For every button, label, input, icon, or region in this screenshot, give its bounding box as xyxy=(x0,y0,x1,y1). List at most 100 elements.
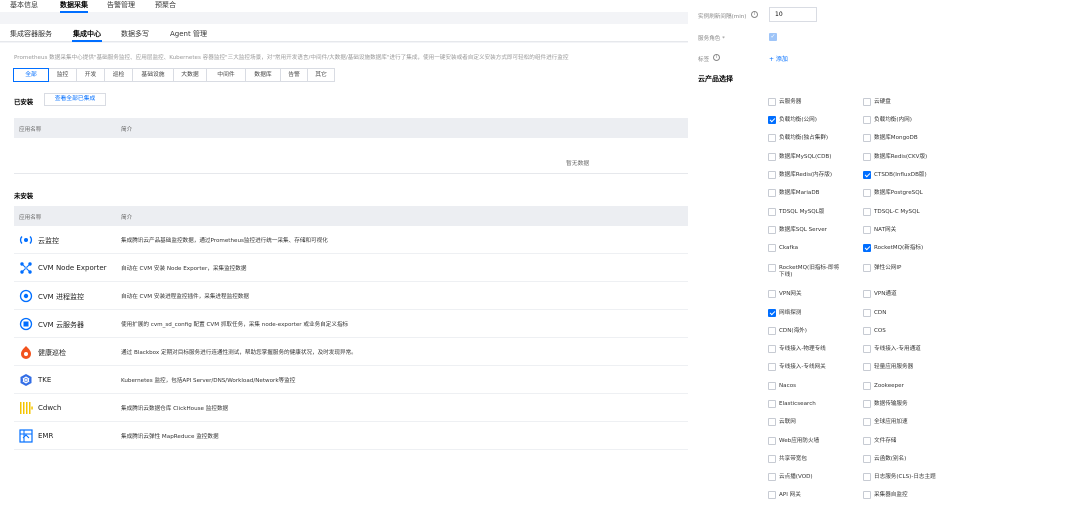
filter-other[interactable]: 其它 xyxy=(307,68,335,82)
product-checkbox[interactable] xyxy=(768,455,776,463)
product-checkbox[interactable] xyxy=(768,208,776,216)
product-checkbox-label[interactable]: Ckafka xyxy=(779,245,798,252)
product-checkbox-label[interactable]: CDN xyxy=(874,310,886,317)
product-checkbox[interactable] xyxy=(863,400,871,408)
product-checkbox-label[interactable]: 全球应用加速 xyxy=(874,419,908,426)
filter-inspection[interactable]: 巡检 xyxy=(104,68,133,82)
product-checkbox[interactable] xyxy=(863,491,871,499)
product-checkbox-label[interactable]: 云点播(VOD) xyxy=(779,474,813,481)
product-checkbox[interactable] xyxy=(768,116,776,124)
product-checkbox[interactable] xyxy=(863,345,871,353)
product-checkbox-label[interactable]: TDSQL-C MySQL xyxy=(874,209,920,216)
filter-alert[interactable]: 告警 xyxy=(280,68,308,82)
table-row[interactable]: 健康巡检 通过 Blackbox 定期对目标服务进行连通性测试，帮助您掌握服务的… xyxy=(14,338,688,366)
product-checkbox-label[interactable]: Elasticsearch xyxy=(779,401,816,408)
product-checkbox[interactable] xyxy=(768,153,776,161)
product-checkbox[interactable] xyxy=(863,473,871,481)
product-checkbox-label[interactable]: 数据库MongoDB xyxy=(874,135,918,142)
add-tag-link[interactable]: + 添加 xyxy=(769,54,788,63)
product-checkbox[interactable] xyxy=(863,208,871,216)
product-checkbox-label[interactable]: 共享带宽包 xyxy=(779,456,807,463)
product-checkbox[interactable] xyxy=(863,244,871,252)
product-checkbox[interactable] xyxy=(768,382,776,390)
product-checkbox[interactable] xyxy=(863,153,871,161)
interval-input[interactable]: 10 xyxy=(769,7,817,22)
product-checkbox[interactable] xyxy=(863,309,871,317)
table-row[interactable]: CVM 云服务器 使用扩展的 cvm_sd_config 配置 CVM 抓取任务… xyxy=(14,310,688,338)
product-checkbox-label[interactable]: 日志服务(CLS)-日志主题 xyxy=(874,474,936,481)
product-checkbox-label[interactable]: TDSQL MySQL版 xyxy=(779,209,824,216)
table-row[interactable]: TKE Kubernetes 监控，包括API Server/DNS/Workl… xyxy=(14,366,688,394)
product-checkbox[interactable] xyxy=(768,491,776,499)
product-checkbox-label[interactable]: 专线接入-专用通道 xyxy=(874,346,921,353)
product-checkbox-label[interactable]: CTSDB(InfluxDB版) xyxy=(874,172,927,179)
product-checkbox-label[interactable]: 弹性公网IP xyxy=(874,265,901,272)
tab-basic-info[interactable]: 基本信息 xyxy=(10,0,38,10)
product-checkbox[interactable] xyxy=(863,116,871,124)
product-checkbox-label[interactable]: 负载均衡(独占集群) xyxy=(779,135,828,142)
product-checkbox-label[interactable]: 云联网 xyxy=(779,419,796,426)
product-checkbox-label[interactable]: Nacos xyxy=(779,383,796,390)
product-checkbox[interactable] xyxy=(768,264,776,272)
product-checkbox[interactable] xyxy=(768,418,776,426)
role-checkbox[interactable]: ✓ xyxy=(769,33,777,41)
product-checkbox-label[interactable]: NAT网关 xyxy=(874,227,896,234)
product-checkbox-label[interactable]: 轻量应用服务器 xyxy=(874,364,913,371)
product-checkbox[interactable] xyxy=(863,327,871,335)
tab-integration-center[interactable]: 集成中心 xyxy=(72,29,102,42)
table-row[interactable]: CVM Node Exporter 自动在 CVM 安装 Node Export… xyxy=(14,254,688,282)
product-checkbox-label[interactable]: 云硬盘 xyxy=(874,99,891,106)
tab-container-integration[interactable]: 集成容器服务 xyxy=(10,29,52,39)
tab-pre-aggregation[interactable]: 预聚合 xyxy=(155,0,176,10)
product-checkbox[interactable] xyxy=(863,189,871,197)
product-checkbox[interactable] xyxy=(863,171,871,179)
product-checkbox[interactable] xyxy=(863,98,871,106)
filter-middleware[interactable]: 中间件 xyxy=(206,68,246,82)
product-checkbox-label[interactable]: API 网关 xyxy=(779,492,801,499)
product-checkbox[interactable] xyxy=(863,455,871,463)
product-checkbox[interactable] xyxy=(768,327,776,335)
tab-data-collection[interactable]: 数据采集 xyxy=(60,0,88,13)
product-checkbox[interactable] xyxy=(863,418,871,426)
product-checkbox[interactable] xyxy=(863,363,871,371)
product-checkbox[interactable] xyxy=(863,134,871,142)
product-checkbox-label[interactable]: VPN网关 xyxy=(779,291,802,298)
product-checkbox-label[interactable]: RocketMQ(新指标) xyxy=(874,245,923,252)
filter-infrastructure[interactable]: 基础设施 xyxy=(132,68,174,82)
product-checkbox[interactable] xyxy=(768,189,776,197)
filter-dev[interactable]: 开发 xyxy=(76,68,105,82)
product-checkbox[interactable] xyxy=(768,309,776,317)
table-row[interactable]: 云监控 集成腾讯云产品基础监控数据，通过Prometheus监控进行统一采集、存… xyxy=(14,226,688,254)
filter-monitor[interactable]: 监控 xyxy=(48,68,77,82)
product-checkbox[interactable] xyxy=(863,437,871,445)
product-checkbox-label[interactable]: 数据库Redis(内存版) xyxy=(779,172,832,179)
product-checkbox[interactable] xyxy=(768,244,776,252)
product-checkbox-label[interactable]: VPN通道 xyxy=(874,291,897,298)
product-checkbox-label[interactable]: 专线接入-物理专线 xyxy=(779,346,826,353)
product-checkbox-label[interactable]: 云函数(别名) xyxy=(874,456,906,463)
view-all-integrated-button[interactable]: 查看全部已集成 xyxy=(44,93,106,106)
product-checkbox-label[interactable]: 采集器自监控 xyxy=(874,492,908,499)
product-checkbox-label[interactable]: 数据库MariaDB xyxy=(779,190,819,197)
product-checkbox[interactable] xyxy=(863,290,871,298)
filter-database[interactable]: 数据库 xyxy=(245,68,281,82)
product-checkbox[interactable] xyxy=(768,290,776,298)
tab-alert-management[interactable]: 告警管理 xyxy=(107,0,135,10)
product-checkbox-label[interactable]: 云服务器 xyxy=(779,99,801,106)
product-checkbox-label[interactable]: 数据库Redis(CKV版) xyxy=(874,154,927,161)
product-checkbox[interactable] xyxy=(768,400,776,408)
product-checkbox[interactable] xyxy=(768,473,776,481)
product-checkbox-label[interactable]: RocketMQ(旧指标-即将下线) xyxy=(779,265,843,279)
product-checkbox[interactable] xyxy=(768,226,776,234)
product-checkbox-label[interactable]: 数据库SQL Server xyxy=(779,227,827,234)
product-checkbox[interactable] xyxy=(768,98,776,106)
table-row[interactable]: CVM 进程监控 自动在 CVM 安装进程监控插件，采集进程监控数据 xyxy=(14,282,688,310)
product-checkbox-label[interactable]: Web应用防火墙 xyxy=(779,438,819,445)
product-checkbox[interactable] xyxy=(863,264,871,272)
product-checkbox[interactable] xyxy=(768,171,776,179)
product-checkbox-label[interactable]: 网络探测 xyxy=(779,310,801,317)
product-checkbox[interactable] xyxy=(768,437,776,445)
filter-all[interactable]: 全部 xyxy=(13,68,49,82)
product-checkbox-label[interactable]: 负载均衡(内网) xyxy=(874,117,912,124)
product-checkbox-label[interactable]: 专线接入-专线网关 xyxy=(779,364,826,371)
